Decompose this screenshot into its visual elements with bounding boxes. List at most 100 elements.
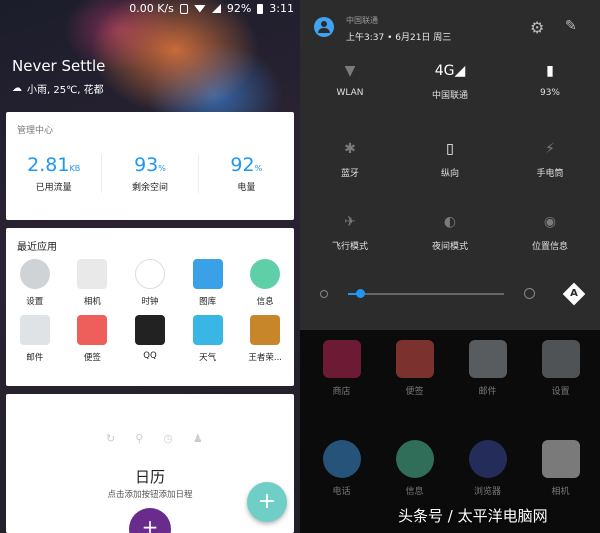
home-app-label: 邮件 — [478, 387, 497, 397]
quick-tile-label: 飞行模式 — [331, 242, 368, 252]
brightness-track[interactable] — [348, 293, 504, 295]
recent-app-item[interactable]: 便签 — [64, 315, 122, 363]
game-icon — [250, 315, 281, 345]
home-app-item[interactable]: 电话 — [304, 440, 379, 497]
home-app-icon — [322, 440, 361, 478]
flashlight-off-icon: ⚡ — [545, 141, 555, 157]
auto-brightness-button[interactable]: A — [562, 282, 586, 306]
quick-tile[interactable]: 4G◢ 中国联通 — [400, 62, 500, 101]
home-app-label: 电话 — [332, 487, 351, 497]
airplane-off-icon: ✈ — [344, 214, 356, 230]
signal-4g-icon: 4G◢ — [434, 63, 466, 79]
battery-icon: ▮ — [546, 63, 554, 79]
recent-app-item[interactable]: 王者荣... — [236, 315, 294, 363]
night-mode-off-icon: ◐ — [443, 214, 457, 230]
home-app-label: 相机 — [551, 487, 570, 497]
lockscreen-panel: 0.00 K/s 92% 3:11 Never Settle ☁ 小雨, 25℃… — [0, 0, 300, 533]
calendar-title: 日历 — [134, 468, 165, 486]
quick-tile[interactable]: ✈ 飞行模式 — [300, 213, 400, 252]
portrait-icon: ▯ — [446, 141, 454, 157]
quick-tile-label: 蓝牙 — [340, 169, 359, 179]
home-app-icon — [322, 340, 361, 378]
management-title: 管理中心 — [17, 126, 54, 136]
stat-battery: 92% 电量 — [230, 154, 263, 193]
watermark: 头条号 / 太平洋电脑网 — [398, 507, 548, 525]
status-bar: 0.00 K/s 92% 3:11 — [129, 2, 294, 15]
recent-app-label: 信息 — [256, 297, 274, 307]
quick-tile-label: WLAN — [336, 88, 364, 98]
recent-app-label: 邮件 — [26, 353, 44, 363]
qq-icon — [134, 315, 165, 345]
wifi-icon — [193, 4, 206, 13]
recent-app-item[interactable]: QQ — [121, 315, 179, 363]
management-card[interactable]: 管理中心 2.81KB 已用流量 93% 剩余空间 92% 电量 — [6, 112, 294, 220]
home-app-icon — [541, 440, 580, 478]
home-app-icon — [541, 340, 580, 378]
quick-tile-label: 纵向 — [440, 169, 459, 179]
recent-app-item[interactable]: 设置 — [6, 259, 64, 307]
message-icon — [250, 259, 281, 289]
signal-icon — [211, 4, 221, 13]
quick-tile[interactable]: ▼ WLAN — [300, 62, 400, 98]
home-app-item[interactable]: 浏览器 — [450, 440, 525, 497]
recent-app-label: 设置 — [26, 297, 44, 307]
location-off-icon: ◉ — [543, 214, 557, 230]
cloud-rain-icon: ☁ — [12, 83, 22, 94]
stat-data-usage: 2.81KB 已用流量 — [6, 154, 103, 193]
refresh-icon: ↻ — [106, 432, 116, 445]
recent-app-item[interactable]: 信息 — [236, 259, 294, 307]
home-app-item[interactable]: 相机 — [523, 440, 598, 497]
home-app-item[interactable]: 信息 — [377, 440, 452, 497]
user-avatar-icon[interactable] — [314, 17, 334, 37]
home-app-icon — [468, 440, 507, 478]
recent-app-item[interactable]: 相机 — [64, 259, 122, 307]
recent-app-label: 王者荣... — [248, 353, 282, 363]
wifi-off-icon: ▼ — [344, 63, 356, 79]
quick-tile-label: 中国联通 — [431, 91, 468, 101]
home-app-label: 商店 — [332, 387, 351, 397]
recent-app-item[interactable]: 时钟 — [121, 259, 179, 307]
home-app-label: 浏览器 — [473, 487, 501, 497]
home-app-item[interactable]: 邮件 — [450, 340, 525, 397]
recent-app-label: 天气 — [199, 353, 217, 363]
add-fab-button[interactable]: + — [247, 482, 287, 522]
quick-tile-label: 位置信息 — [531, 242, 568, 252]
weather-text: 小雨, 25℃, 花都 — [27, 85, 104, 96]
carrier-name: 中国联通 — [346, 16, 378, 25]
weather-icon — [192, 315, 223, 345]
home-app-item[interactable]: 设置 — [523, 340, 598, 397]
battery-icon — [257, 3, 264, 14]
brightness-low-icon — [320, 290, 328, 298]
clock-icon — [134, 259, 165, 289]
stat-storage: 93% 剩余空间 — [102, 154, 199, 193]
bluetooth-off-icon: ✱ — [344, 141, 356, 157]
quick-tile[interactable]: ✱ 蓝牙 — [300, 140, 400, 179]
recent-apps-title: 最近应用 — [17, 242, 57, 253]
edit-icon[interactable]: ✎ — [565, 18, 577, 34]
network-speed: 0.00 K/s — [129, 2, 174, 15]
weather-row: ☁ 小雨, 25℃, 花都 — [12, 81, 104, 96]
quick-tile[interactable]: ▯ 纵向 — [400, 140, 500, 179]
recent-app-item[interactable]: 天气 — [179, 315, 237, 363]
home-app-label: 信息 — [405, 487, 424, 497]
quick-tile[interactable]: ▮ 93% — [500, 62, 600, 98]
recent-app-item[interactable]: 邮件 — [6, 315, 64, 363]
recent-apps-card: 最近应用 设置 相机 时钟 图库 信息邮件 便签 QQ 天气 王者荣... — [6, 228, 294, 386]
quick-tile[interactable]: ⚡ 手电筒 — [500, 140, 600, 179]
home-app-item[interactable]: 商店 — [304, 340, 379, 397]
brightness-thumb[interactable] — [356, 289, 366, 298]
vibrate-icon — [179, 3, 188, 14]
recent-app-item[interactable]: 图库 — [179, 259, 237, 307]
gear-icon[interactable]: ⚙ — [530, 18, 544, 37]
note-icon — [77, 315, 108, 345]
quick-tile[interactable]: ◐ 夜间模式 — [400, 213, 500, 252]
home-app-item[interactable]: 便签 — [377, 340, 452, 397]
recent-app-label: 图库 — [199, 297, 217, 307]
home-app-icon — [395, 340, 434, 378]
camera-icon — [77, 259, 108, 289]
home-app-icon — [395, 440, 434, 478]
battery-percent: 92% — [226, 2, 252, 15]
bell-icon: ♟ — [192, 432, 203, 445]
quick-tile[interactable]: ◉ 位置信息 — [500, 213, 600, 252]
brightness-slider[interactable]: A — [300, 281, 600, 307]
